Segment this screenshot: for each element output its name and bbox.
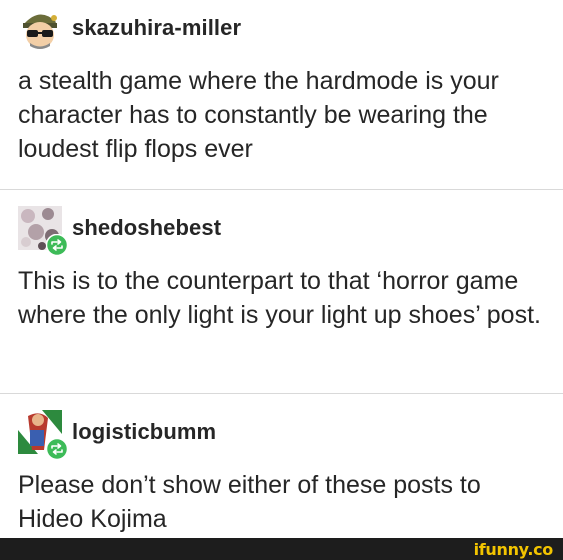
post-1-text: a stealth game where the hardmode is you… [18, 67, 499, 163]
avatar-image [18, 6, 62, 50]
ifunny-watermark: ifunny.co [473, 540, 554, 559]
post-2-username[interactable]: shedoshebest [72, 215, 221, 241]
reblog-icon [46, 234, 68, 256]
avatar-shedoshebest[interactable] [18, 206, 68, 256]
divider-2 [0, 393, 563, 394]
divider-1 [0, 189, 563, 190]
post-3-username[interactable]: logisticbumm [72, 419, 216, 445]
watermark-bar: ifunny.co [0, 538, 563, 560]
post-1-username[interactable]: skazuhira-miller [72, 15, 241, 41]
reblog-icon [46, 438, 68, 460]
avatar-skazuhira-miller[interactable] [18, 6, 62, 50]
post-2-text: This is to the counterpart to that ‘horr… [18, 267, 541, 329]
avatar-logisticbumm[interactable] [18, 410, 68, 460]
post-3-text: Please don’t show either of these posts … [18, 471, 481, 533]
post-3-header: logisticbumm [18, 410, 216, 460]
post-2-header: shedoshebest [18, 206, 221, 256]
post-1-header: skazuhira-miller [18, 6, 241, 50]
